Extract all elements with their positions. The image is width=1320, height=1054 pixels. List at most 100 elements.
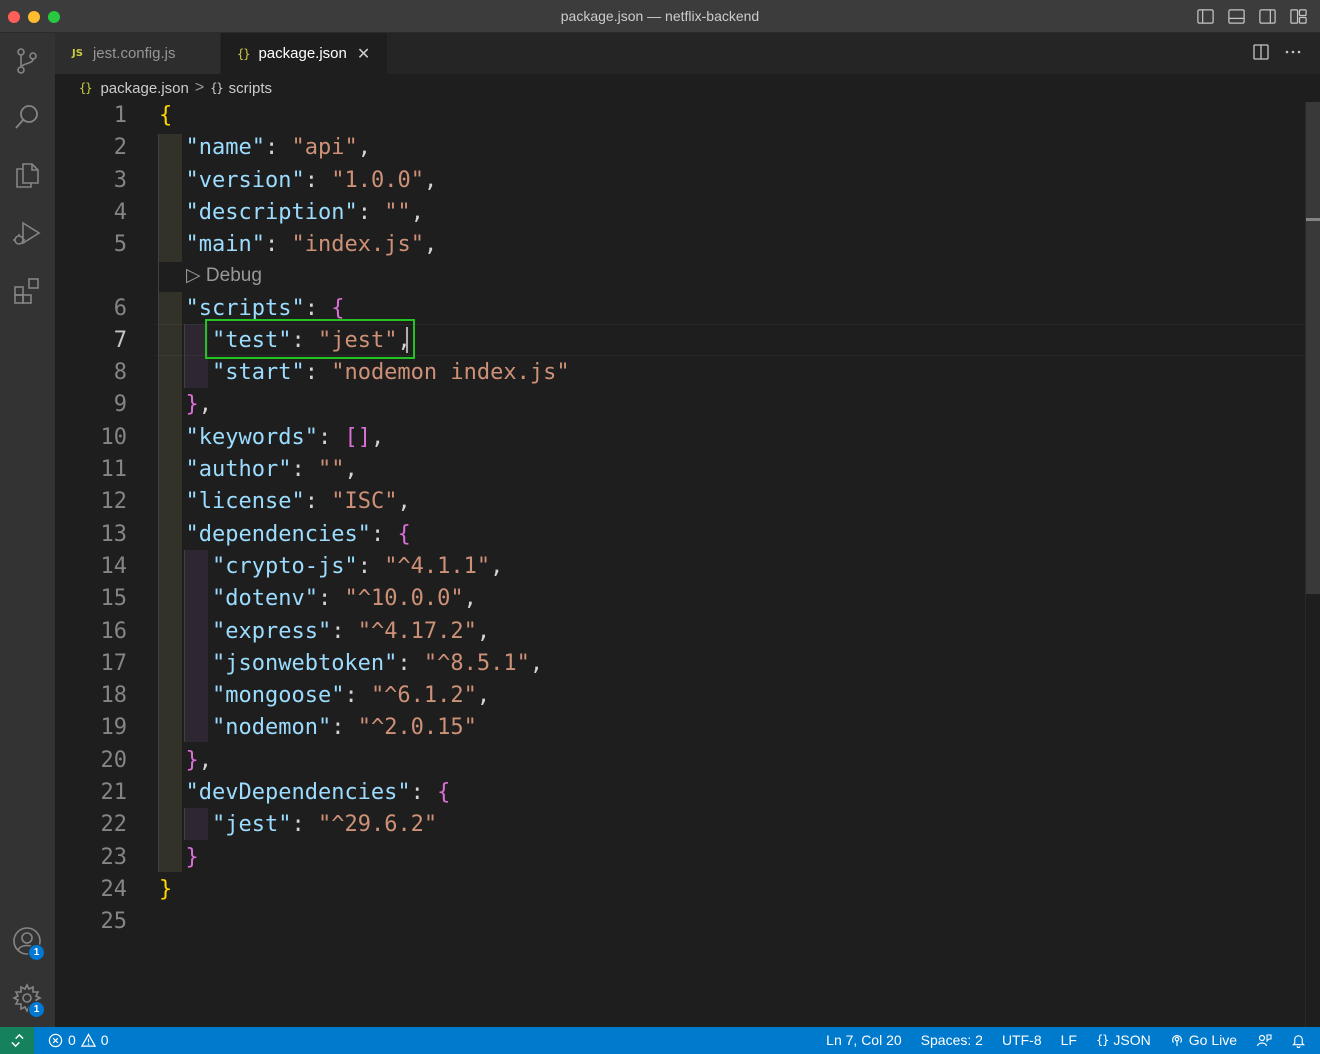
toggle-secondary-sidebar-icon[interactable] bbox=[1258, 7, 1277, 26]
code-line[interactable]: 10 "keywords": [], bbox=[55, 424, 1305, 456]
code-line[interactable]: 1{ bbox=[55, 102, 1305, 134]
json-punctuation bbox=[159, 683, 212, 708]
json-punctuation bbox=[159, 554, 212, 579]
json-punctuation bbox=[159, 360, 212, 385]
json-punctuation: : bbox=[317, 424, 345, 450]
line-number: 18 bbox=[100, 683, 128, 709]
indentation-setting[interactable]: Spaces: 2 bbox=[921, 1032, 983, 1048]
line-number: 15 bbox=[100, 586, 128, 612]
extensions-icon[interactable] bbox=[9, 273, 45, 309]
code-text: "jsonwebtoken": "^8.5.1", bbox=[159, 651, 543, 676]
json-string: "ISC" bbox=[331, 489, 398, 515]
code-line[interactable]: 11 "author": "", bbox=[55, 456, 1305, 488]
code-line[interactable]: 5 "main": "index.js", bbox=[55, 231, 1305, 263]
file-encoding[interactable]: UTF-8 bbox=[1002, 1032, 1042, 1048]
customize-layout-icon[interactable] bbox=[1289, 7, 1308, 26]
editor-scrollbar[interactable] bbox=[1305, 102, 1320, 1027]
json-string: "" bbox=[384, 199, 411, 225]
json-punctuation bbox=[159, 715, 212, 740]
line-number: 22 bbox=[100, 812, 128, 838]
json-string: "^2.0.15" bbox=[357, 715, 477, 741]
problems-indicator[interactable]: 0 0 bbox=[48, 1032, 109, 1048]
code-editor[interactable]: ▷ Debug 1{2 "name": "api", 3 "version": "… bbox=[55, 102, 1305, 1027]
json-punctuation bbox=[159, 489, 186, 514]
code-line[interactable]: 23 } bbox=[55, 844, 1305, 876]
line-number: 2 bbox=[113, 135, 127, 161]
cursor-position[interactable]: Ln 7, Col 20 bbox=[826, 1032, 902, 1048]
tab-jest-config[interactable]: JS jest.config.js bbox=[55, 33, 220, 74]
code-line[interactable]: 19 "nodemon": "^2.0.15" bbox=[55, 714, 1305, 746]
json-punctuation bbox=[159, 522, 186, 547]
code-line[interactable]: 8 "start": "nodemon index.js" bbox=[55, 359, 1305, 391]
braces-icon: {} bbox=[1095, 1033, 1109, 1047]
code-line[interactable]: 24} bbox=[55, 876, 1305, 908]
tab-package-json[interactable]: {} package.json ✕ bbox=[221, 33, 387, 74]
json-punctuation: , bbox=[476, 683, 491, 709]
notifications-bell-icon[interactable] bbox=[1291, 1033, 1306, 1048]
json-key: "devDependencies" bbox=[185, 780, 411, 805]
json-punctuation: : bbox=[304, 295, 332, 321]
run-debug-icon[interactable] bbox=[9, 215, 45, 251]
code-text: "main": "index.js", bbox=[159, 232, 438, 258]
code-line[interactable]: 14 "crypto-js": "^4.1.1", bbox=[55, 553, 1305, 585]
activity-bar: 1 1 bbox=[0, 33, 55, 1027]
tab-label: package.json bbox=[258, 45, 347, 62]
code-line[interactable]: 15 "dotenv": "^10.0.0", bbox=[55, 585, 1305, 617]
code-line[interactable]: 25 bbox=[55, 908, 1305, 940]
json-key: "mongoose" bbox=[211, 683, 345, 709]
debug-codelens[interactable]: ▷ Debug bbox=[186, 264, 262, 287]
json-punctuation: : bbox=[331, 618, 358, 644]
language-mode[interactable]: {} JSON bbox=[1096, 1032, 1151, 1048]
json-string: "api" bbox=[291, 135, 358, 161]
json-key: "keywords" bbox=[185, 424, 318, 450]
code-text: "nodemon": "^2.0.15" bbox=[159, 715, 477, 740]
json-punctuation: : bbox=[304, 360, 332, 386]
code-line[interactable]: 18 "mongoose": "^6.1.2", bbox=[55, 682, 1305, 714]
line-number: 12 bbox=[100, 489, 128, 515]
code-line[interactable]: 3 "version": "1.0.0", bbox=[55, 167, 1305, 199]
code-text: "dependencies": { bbox=[159, 522, 411, 547]
code-line[interactable]: 2 "name": "api", bbox=[55, 134, 1305, 166]
explorer-icon[interactable] bbox=[9, 157, 45, 193]
line-number: 10 bbox=[100, 424, 128, 450]
code-line[interactable]: 21 "devDependencies": { bbox=[55, 779, 1305, 811]
object-symbol-icon: {} bbox=[210, 81, 223, 95]
code-line[interactable]: 13 "dependencies": { bbox=[55, 521, 1305, 553]
remote-indicator[interactable] bbox=[0, 1027, 34, 1054]
code-line[interactable]: 12 "license": "ISC", bbox=[55, 488, 1305, 520]
scrollbar-slider[interactable] bbox=[1306, 102, 1320, 594]
breadcrumb-symbol[interactable]: scripts bbox=[229, 80, 272, 97]
json-bracket: { bbox=[331, 295, 345, 321]
search-icon[interactable] bbox=[9, 99, 45, 135]
split-editor-icon[interactable] bbox=[1252, 43, 1270, 61]
toggle-primary-sidebar-icon[interactable] bbox=[1196, 7, 1215, 26]
codelens-label: Debug bbox=[205, 265, 262, 286]
code-text: "keywords": [], bbox=[159, 424, 385, 450]
code-line[interactable]: 4 "description": "", bbox=[55, 199, 1305, 231]
code-line[interactable]: 20 }, bbox=[55, 747, 1305, 779]
json-punctuation: : bbox=[264, 232, 292, 258]
feedback-icon[interactable] bbox=[1256, 1032, 1272, 1048]
code-line[interactable]: 22 "jest": "^29.6.2" bbox=[55, 811, 1305, 843]
code-text: "version": "1.0.0", bbox=[159, 167, 438, 193]
end-of-line[interactable]: LF bbox=[1061, 1032, 1077, 1048]
json-punctuation: , bbox=[370, 424, 385, 450]
error-count: 0 bbox=[68, 1032, 76, 1048]
code-line[interactable]: 16 "express": "^4.17.2", bbox=[55, 618, 1305, 650]
breadcrumb-file[interactable]: package.json bbox=[100, 80, 188, 97]
json-bracket: { bbox=[397, 521, 411, 547]
json-string: "1.0.0" bbox=[331, 167, 424, 193]
source-control-icon[interactable] bbox=[9, 43, 45, 79]
code-line[interactable]: 17 "jsonwebtoken": "^8.5.1", bbox=[55, 650, 1305, 682]
accounts-icon[interactable]: 1 bbox=[9, 923, 45, 961]
settings-gear-icon[interactable]: 1 bbox=[9, 980, 45, 1018]
close-icon[interactable]: ✕ bbox=[357, 44, 370, 64]
json-punctuation: , bbox=[397, 489, 411, 515]
json-bracket: } bbox=[185, 844, 199, 870]
toggle-panel-icon[interactable] bbox=[1227, 7, 1246, 26]
more-actions-icon[interactable] bbox=[1284, 43, 1302, 61]
json-key: "description" bbox=[185, 199, 358, 225]
go-live-button[interactable]: Go Live bbox=[1170, 1032, 1237, 1048]
json-punctuation bbox=[159, 845, 186, 870]
code-line[interactable]: 9 }, bbox=[55, 391, 1305, 423]
